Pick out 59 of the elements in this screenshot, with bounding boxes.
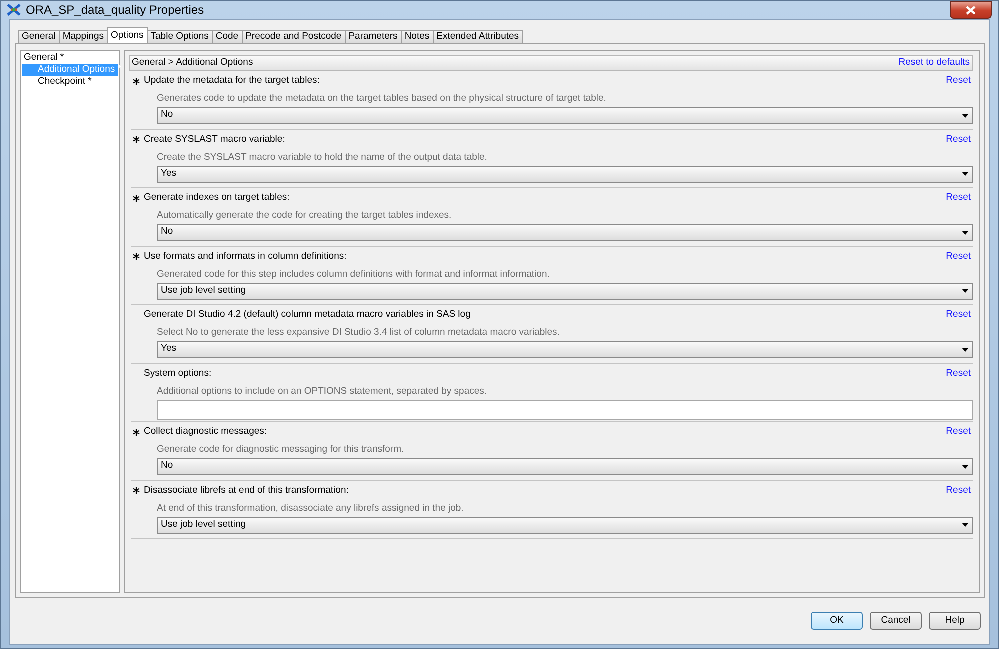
tab[interactable]: Code <box>212 30 243 43</box>
option-label: Disassociate librefs at end of this transformation: <box>144 484 349 498</box>
tab[interactable]: General <box>18 30 60 43</box>
reset-to-defaults-link[interactable]: Reset to defaults <box>898 56 970 70</box>
reset-link[interactable]: Reset <box>946 425 971 440</box>
option-description: Generates code to update the metadata on the target tables based on the physical structure of target table. <box>157 92 608 104</box>
dialog-button[interactable]: Help <box>929 612 981 630</box>
dropdown[interactable]: Yes <box>157 166 973 182</box>
tree-item[interactable]: General * <box>22 52 118 64</box>
close-icon <box>966 6 976 14</box>
caret-icon <box>962 289 969 293</box>
tab[interactable]: Mappings <box>58 30 108 43</box>
option-label: Create SYSLAST macro variable: <box>144 132 286 147</box>
dropdown[interactable]: Use job level setting <box>157 282 973 300</box>
app-icon <box>7 3 21 17</box>
caret-icon <box>962 348 969 352</box>
tab[interactable]: Table Options <box>146 30 213 43</box>
tab[interactable]: Notes <box>400 30 434 43</box>
option-label: Generate indexes on target tables: <box>144 191 290 206</box>
tab[interactable]: Parameters <box>344 30 402 43</box>
dropdown[interactable]: No <box>157 458 973 475</box>
dropdown[interactable]: Use job level setting <box>157 516 973 534</box>
option-description: Generate code for diagnostic messaging for this transform. <box>157 443 406 455</box>
dropdown[interactable]: Yes <box>157 341 973 358</box>
tab[interactable]: Extended Attributes <box>432 30 524 43</box>
option-description: Generated code for this step includes column definitions with format and informat information. <box>157 268 551 280</box>
breadcrumb: General > Additional Options <box>132 56 254 70</box>
option-label: System options: <box>144 366 212 381</box>
reset-link[interactable]: Reset <box>946 74 971 89</box>
reset-link[interactable]: Reset <box>946 132 971 148</box>
option-description: Select No to generate the less expansive DI Studio 3.4 list of column metadata macro variables. <box>157 326 561 338</box>
dialog-button[interactable]: OK <box>811 612 863 630</box>
caret-icon <box>962 230 969 234</box>
caret-icon <box>962 464 969 468</box>
dropdown[interactable]: No <box>157 224 973 241</box>
tab[interactable]: Options <box>107 27 148 43</box>
dropdown[interactable]: No <box>157 107 973 124</box>
reset-link[interactable]: Reset <box>946 308 971 323</box>
tree-item[interactable]: Checkpoint * <box>22 76 118 88</box>
option-description: At end of this transformation, disassociate any librefs assigned in the job. <box>157 502 465 514</box>
reset-link[interactable]: Reset <box>946 250 971 264</box>
input-field[interactable] <box>157 400 973 420</box>
option-description: Create the SYSLAST macro variable to hold the name of the output data table. <box>157 150 488 162</box>
reset-link[interactable]: Reset <box>946 366 971 382</box>
option-label: Collect diagnostic messages: <box>144 425 268 440</box>
caret-icon <box>962 172 969 176</box>
option-label: Use formats and informats in column definitions: <box>144 250 347 264</box>
reset-link[interactable]: Reset <box>946 484 971 498</box>
option-label: Update the metadata for the target tables: <box>144 74 320 88</box>
dialog-button[interactable]: Cancel <box>870 612 922 630</box>
option-label: Generate DI Studio 4.2 (default) column metadata macro variables in SAS log <box>144 308 471 322</box>
caret-icon <box>962 523 969 527</box>
option-description: Additional options to include on an OPTIONS statement, separated by spaces. <box>157 384 488 396</box>
caret-icon <box>962 114 969 118</box>
window-title: ORA_SP_data_quality Properties <box>26 2 204 19</box>
reset-link[interactable]: Reset <box>946 191 971 206</box>
tab[interactable]: Precode and Postcode <box>242 30 346 43</box>
option-description: Automatically generate the code for creating the target tables indexes. <box>157 209 453 221</box>
close-button[interactable] <box>950 1 992 19</box>
